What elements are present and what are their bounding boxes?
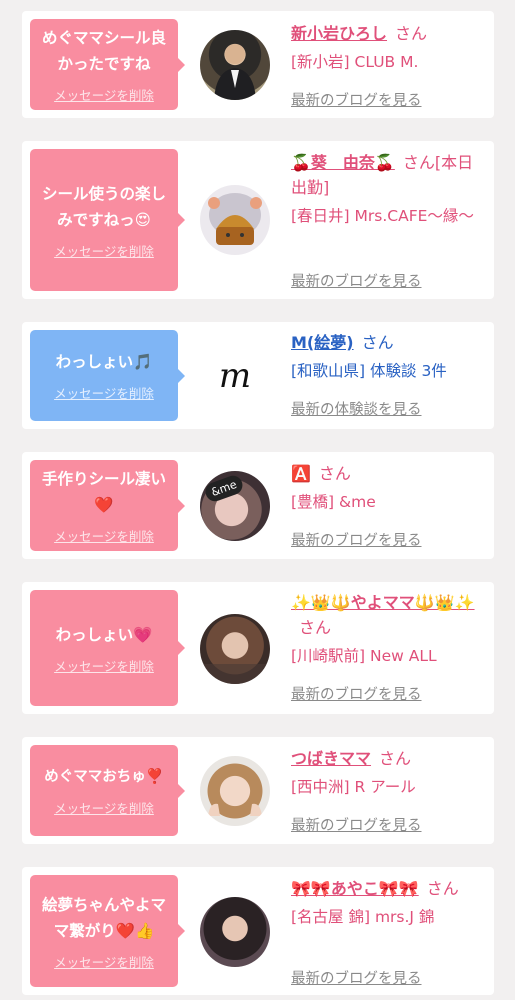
message-text: めぐママシール良かったですね xyxy=(41,29,166,73)
shop-info: [名古屋 錦] mrs.J 錦 xyxy=(291,908,435,926)
avatar-logo: m xyxy=(218,356,252,396)
latest-blog-link[interactable]: 最新のブログを見る xyxy=(291,814,422,835)
user-info: 新小岩ひろし さん [新小岩] CLUB M. xyxy=(291,21,487,75)
message-card: わっしょい🎵 メッセージを削除 m M(絵夢) さん [和歌山県] 体験談 3件 … xyxy=(22,322,494,429)
avatar-image xyxy=(208,193,262,245)
avatar[interactable]: m xyxy=(200,341,270,411)
message-card: めぐママおちゅ❣️ メッセージを削除 つばきママ さん [西中洲] R アール 最… xyxy=(22,737,494,844)
latest-blog-link[interactable]: 最新のブログを見る xyxy=(291,967,422,988)
user-name-link[interactable]: 🅰️ xyxy=(291,464,311,483)
delete-message-link[interactable]: メッセージを削除 xyxy=(54,952,154,971)
shop-info: [新小岩] CLUB M. xyxy=(291,53,419,71)
message-text: わっしょい💗 xyxy=(55,625,153,644)
delete-message-link[interactable]: メッセージを削除 xyxy=(54,798,154,817)
avatar[interactable] xyxy=(200,185,270,255)
user-name-link[interactable]: 新小岩ひろし xyxy=(291,24,387,43)
delete-message-link[interactable]: メッセージを削除 xyxy=(54,85,154,104)
honorific: さん xyxy=(318,464,351,483)
message-text: めぐママおちゅ❣️ xyxy=(44,769,164,785)
message-bubble: 絵夢ちゃんやよママ繋がり❤️👍 メッセージを削除 xyxy=(30,875,185,987)
message-bubble: めぐママおちゅ❣️ メッセージを削除 xyxy=(30,745,185,836)
message-bubble: めぐママシール良かったですね メッセージを削除 xyxy=(30,19,185,110)
avatar[interactable] xyxy=(200,897,270,967)
user-info: 🎀🎀あやこ🎀🎀 さん [名古屋 錦] mrs.J 錦 xyxy=(291,876,487,930)
shop-info: [豊橋] &me xyxy=(291,493,376,511)
user-info: M(絵夢) さん [和歌山県] 体験談 3件 xyxy=(291,330,487,384)
avatar[interactable] xyxy=(200,756,270,826)
message-bubble: わっしょい💗 メッセージを削除 xyxy=(30,590,185,706)
latest-review-link[interactable]: 最新の体験談を見る xyxy=(291,398,422,419)
delete-message-link[interactable]: メッセージを削除 xyxy=(54,526,154,545)
message-text: 手作りシール凄い❤️ xyxy=(41,470,166,514)
delete-message-link[interactable]: メッセージを削除 xyxy=(54,656,154,675)
message-text: シール使うの楽しみですねっ😍 xyxy=(41,184,166,229)
delete-message-link[interactable]: メッセージを削除 xyxy=(54,241,154,260)
latest-blog-link[interactable]: 最新のブログを見る xyxy=(291,89,422,110)
user-info: 🅰️ さん [豊橋] &me xyxy=(291,461,487,515)
message-bubble: わっしょい🎵 メッセージを削除 xyxy=(30,330,185,421)
avatar-image xyxy=(208,803,262,816)
latest-blog-link[interactable]: 最新のブログを見る xyxy=(291,270,422,291)
user-info: ✨👑🔱やよママ🔱👑✨ さん [川崎駅前] New ALL xyxy=(291,590,487,669)
avatar[interactable] xyxy=(200,614,270,684)
user-name-link[interactable]: つばきママ xyxy=(291,749,371,768)
message-bubble: 手作りシール凄い❤️ メッセージを削除 xyxy=(30,460,185,551)
message-text: わっしょい🎵 xyxy=(55,353,153,371)
avatar[interactable] xyxy=(200,30,270,100)
message-text: 絵夢ちゃんやよママ繋がり❤️👍 xyxy=(41,895,166,940)
avatar-image xyxy=(214,44,256,100)
latest-blog-link[interactable]: 最新のブログを見る xyxy=(291,683,422,704)
delete-message-link[interactable]: メッセージを削除 xyxy=(54,383,154,402)
honorific: さん xyxy=(395,24,428,43)
message-bubble: シール使うの楽しみですねっ😍 メッセージを削除 xyxy=(30,149,185,291)
shop-info: [川崎駅前] New ALL xyxy=(291,647,437,665)
honorific: さん xyxy=(426,879,459,898)
message-card: シール使うの楽しみですねっ😍 メッセージを削除 🍒葵 由奈🍒 さん[本日出勤] [… xyxy=(22,141,494,299)
avatar[interactable]: &me xyxy=(200,471,270,541)
user-name-link[interactable]: 🎀🎀あやこ🎀🎀 xyxy=(291,879,419,898)
message-card: めぐママシール良かったですね メッセージを削除 新小岩ひろし さん [新小岩] C… xyxy=(22,11,494,118)
user-name-link[interactable]: ✨👑🔱やよママ🔱👑✨ xyxy=(291,593,475,612)
shop-info: [西中洲] R アール xyxy=(291,778,416,796)
avatar-image xyxy=(200,664,270,684)
message-card: わっしょい💗 メッセージを削除 ✨👑🔱やよママ🔱👑✨ さん [川崎駅前] New … xyxy=(22,582,494,714)
honorific: さん xyxy=(379,749,412,768)
user-name-link[interactable]: 🍒葵 由奈🍒 xyxy=(291,153,395,172)
honorific: さん xyxy=(299,618,332,637)
message-card: 絵夢ちゃんやよママ繋がり❤️👍 メッセージを削除 🎀🎀あやこ🎀🎀 さん [名古屋 … xyxy=(22,867,494,995)
avatar-logo: &me xyxy=(202,473,246,504)
user-info: つばきママ さん [西中洲] R アール xyxy=(291,746,487,800)
shop-info: [春日井] Mrs.CAFE〜縁〜 xyxy=(291,207,474,225)
shop-info: [和歌山県] 体験談 3件 xyxy=(291,362,447,380)
message-card: 手作りシール凄い❤️ メッセージを削除 &me 🅰️ さん [豊橋] &me 最新… xyxy=(22,452,494,559)
user-name-link[interactable]: M(絵夢) xyxy=(291,333,354,352)
user-info: 🍒葵 由奈🍒 さん[本日出勤] [春日井] Mrs.CAFE〜縁〜 xyxy=(291,150,487,229)
latest-blog-link[interactable]: 最新のブログを見る xyxy=(291,529,422,550)
honorific: さん xyxy=(361,333,394,352)
